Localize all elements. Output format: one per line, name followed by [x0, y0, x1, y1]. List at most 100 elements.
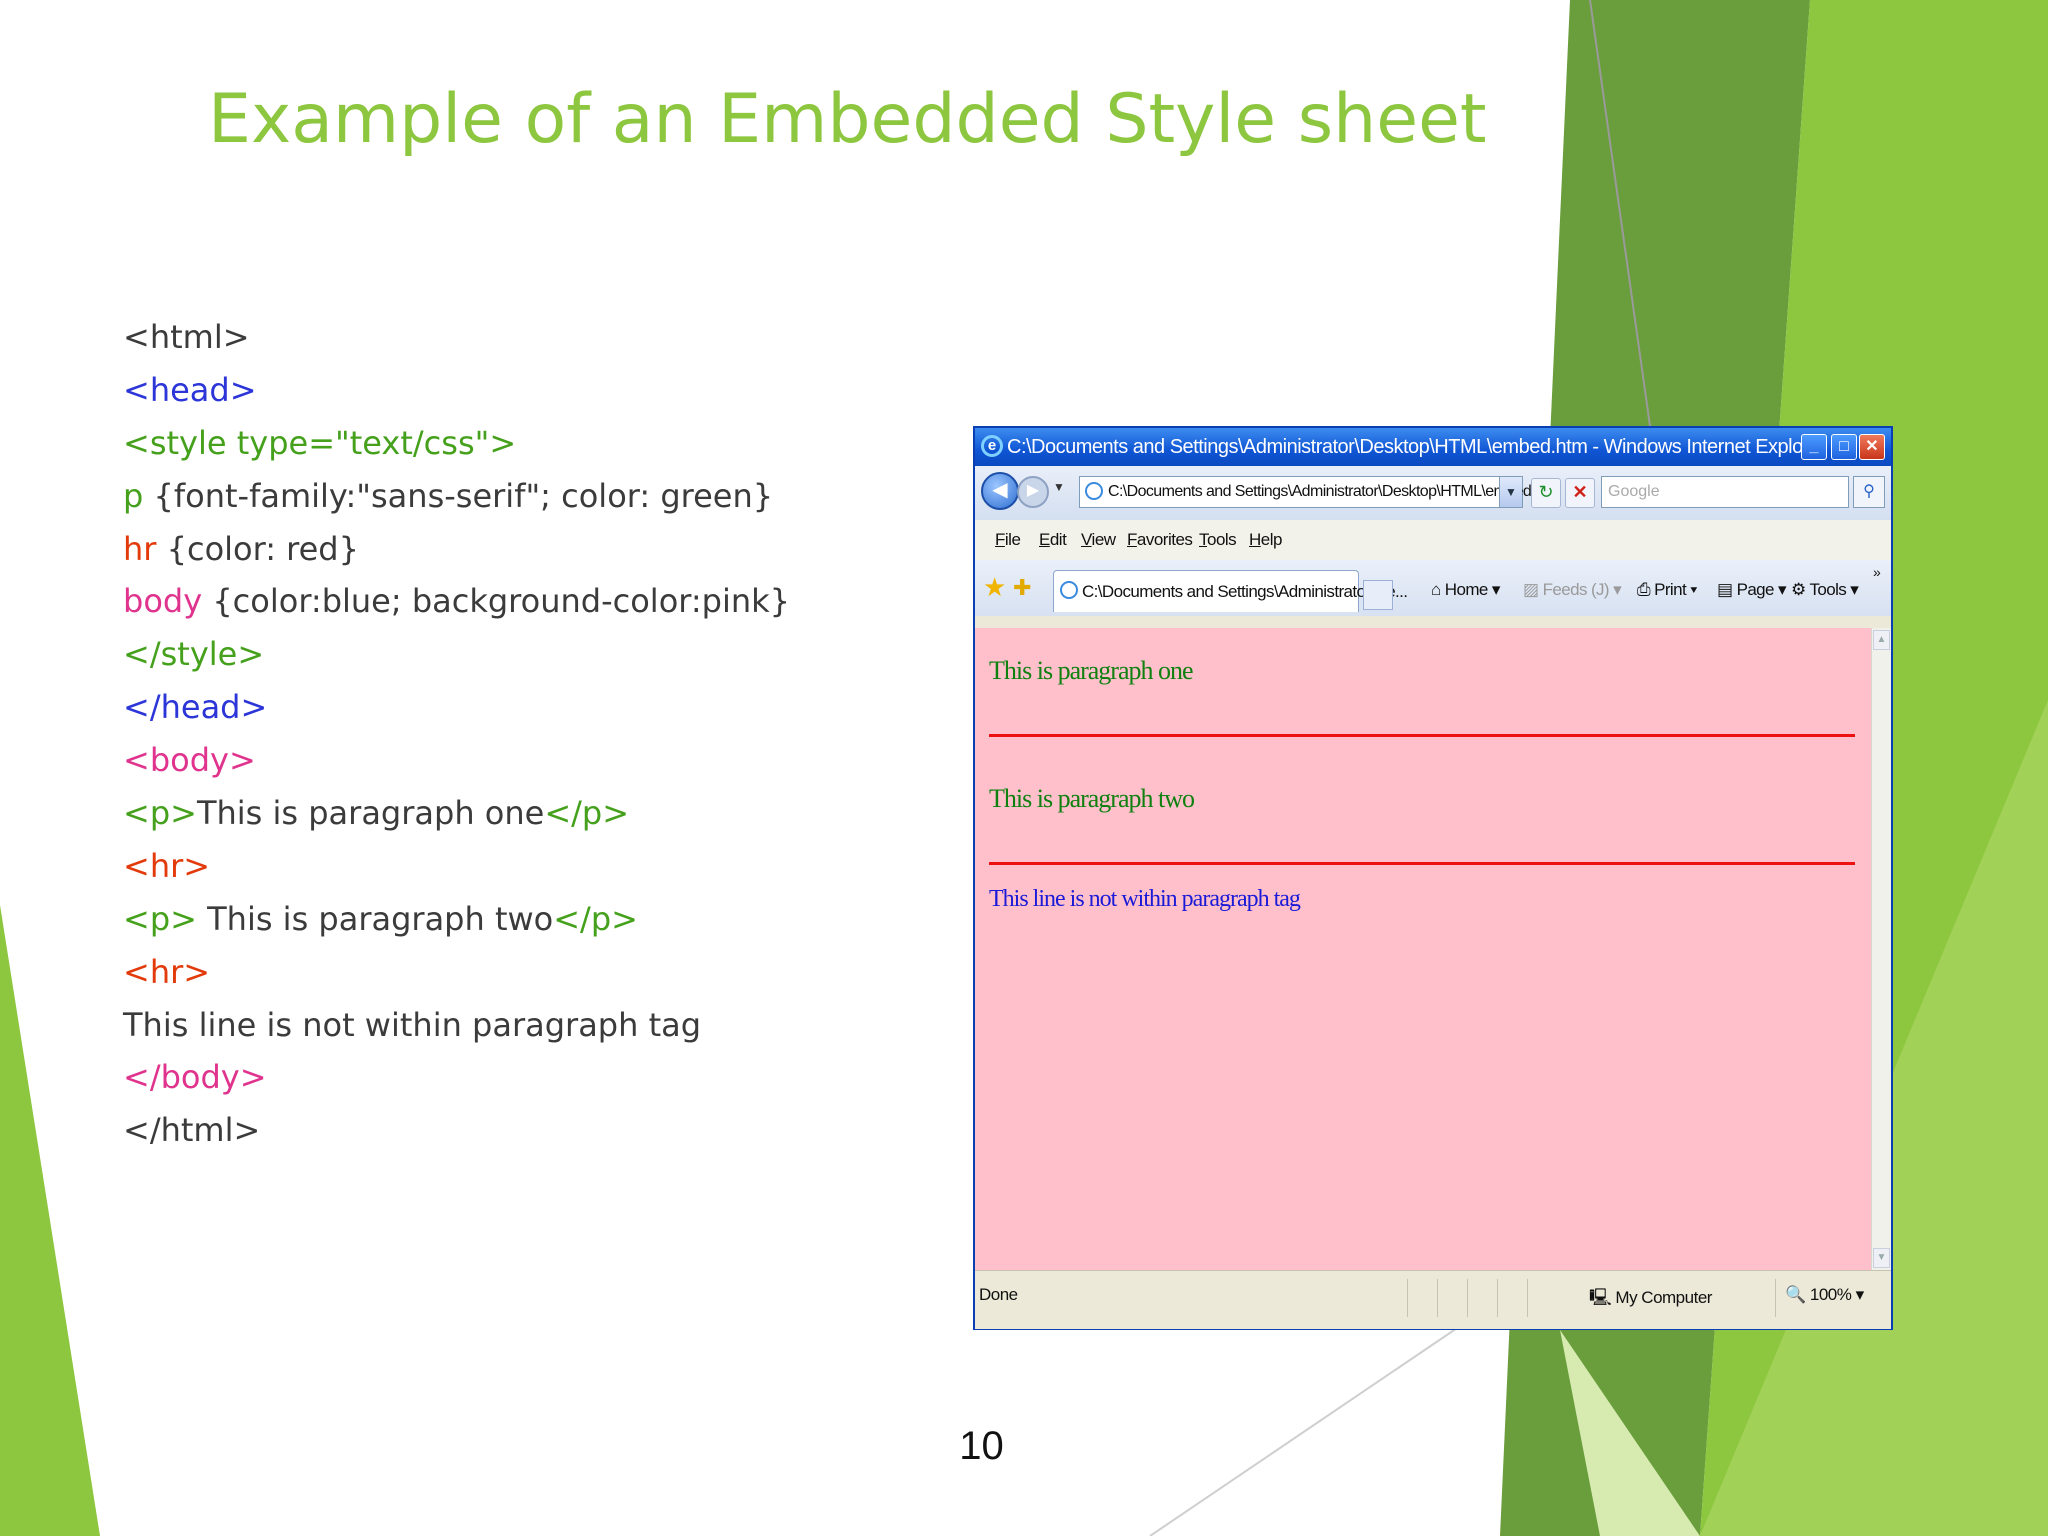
home-button[interactable]: ⌂ Home ▾ [1431, 580, 1500, 600]
code-token: This is paragraph two [196, 899, 554, 938]
code-line: <head> [123, 364, 790, 417]
code-token: <hr> [123, 952, 211, 991]
code-token: </p> [544, 794, 630, 833]
tab-current-page[interactable]: C:\Documents and Settings\Administrator\… [1053, 570, 1408, 612]
stop-button[interactable]: ✕ [1565, 478, 1595, 508]
add-favorite-icon[interactable]: ✚ [1013, 575, 1031, 601]
search-box[interactable]: Google [1601, 476, 1849, 508]
refresh-button[interactable]: ↻ [1531, 478, 1561, 508]
code-line: <hr> [123, 946, 790, 999]
status-divider [1497, 1279, 1498, 1317]
address-text: C:\Documents and Settings\Administrator\… [1108, 483, 1560, 500]
code-token: p [123, 476, 144, 515]
paragraph-two: This is paragraph two [989, 784, 1195, 813]
code-token: <body> [123, 741, 256, 780]
code-token: </html> [123, 1111, 261, 1150]
page-menu-button[interactable]: ▤ Page ▾ [1717, 580, 1787, 600]
tools-label: Tools [1809, 580, 1847, 599]
search-placeholder: Google [1608, 483, 1660, 500]
code-line: <p> This is paragraph two</p> [123, 893, 790, 946]
slide-title: Example of an Embedded Style sheet [208, 80, 1487, 159]
code-line: <p>This is paragraph one</p> [123, 787, 790, 840]
code-line: <style type="text/css"> [123, 417, 790, 470]
forward-button[interactable]: ▶ [1017, 476, 1049, 508]
code-token: </body> [123, 1058, 267, 1097]
code-line: This line is not within paragraph tag [123, 999, 790, 1052]
status-divider [1527, 1279, 1528, 1317]
code-token: {color:blue; background-color:pink} [202, 582, 791, 621]
code-listing: <html> <head> <style type="text/css"> p {fo… [123, 311, 790, 1157]
code-token: This is paragraph one [196, 794, 545, 833]
status-bar: Done 🖳 My Computer 🔍 100% ▾ [975, 1270, 1891, 1329]
code-token: <style type="text/css"> [123, 423, 517, 462]
page-number: 10 [959, 1424, 1004, 1468]
page-label: Page [1736, 580, 1775, 599]
browser-window: e C:\Documents and Settings\Administrato… [973, 426, 1893, 1330]
horizontal-rule-1 [989, 734, 1855, 737]
security-zone: 🖳 My Computer [1589, 1288, 1712, 1307]
history-dropdown-icon[interactable]: ▼ [1053, 480, 1065, 494]
close-button[interactable]: ✕ [1859, 434, 1885, 460]
ie-logo-icon: e [981, 435, 1003, 457]
browser-chrome: ◀ ▶ ▼ C:\Documents and Settings\Administ… [975, 466, 1891, 628]
code-line: <body> [123, 734, 790, 787]
search-icon[interactable]: ⚲ [1853, 476, 1885, 508]
tab-page-icon [1060, 581, 1078, 599]
new-tab-button[interactable] [1363, 580, 1393, 610]
status-text: Done [979, 1285, 1018, 1304]
code-token: </style> [123, 635, 265, 674]
home-label: Home [1444, 580, 1489, 599]
zone-label: My Computer [1615, 1288, 1712, 1307]
tab-title: C:\Documents and Settings\Administrator\… [1082, 582, 1408, 601]
code-line: <html> [123, 311, 790, 364]
more-chevron-icon[interactable]: » [1873, 564, 1881, 580]
tools-menu-button[interactable]: ⚙ Tools ▾ [1791, 580, 1859, 600]
menu-favorites[interactable]: Favorites [1127, 530, 1193, 550]
code-token: {color: red} [156, 529, 359, 568]
code-token: {font-family:"sans-serif"; color: green} [143, 476, 774, 515]
title-bar[interactable]: e C:\Documents and Settings\Administrato… [975, 428, 1891, 466]
code-line: </body> [123, 1051, 790, 1104]
code-line: </style> [123, 628, 790, 681]
address-bar[interactable]: C:\Documents and Settings\Administrator\… [1079, 476, 1560, 508]
code-token: </head> [123, 688, 268, 727]
menu-help[interactable]: Help [1249, 530, 1282, 550]
page-icon [1085, 482, 1103, 500]
code-token: This line is not within paragraph tag [123, 1005, 702, 1044]
code-line: <hr> [123, 840, 790, 893]
print-button[interactable]: ⎙ Print ▾ [1637, 580, 1697, 600]
menu-tools[interactable]: Tools [1199, 530, 1237, 550]
code-line: body {color:blue; background-color:pink} [123, 575, 790, 628]
minimize-button[interactable]: _ [1801, 434, 1827, 460]
code-token: </p> [553, 899, 638, 938]
menu-bar: File Edit View Favorites Tools Help [975, 520, 1891, 561]
scroll-down-icon[interactable]: ▼ [1873, 1248, 1890, 1268]
maximize-button[interactable]: □ [1831, 434, 1857, 460]
zoom-control[interactable]: 🔍 100% ▾ [1785, 1285, 1864, 1305]
code-token: <head> [123, 370, 257, 409]
body-text-line: This line is not within paragraph tag [989, 886, 1301, 912]
menu-view[interactable]: View [1081, 530, 1116, 550]
code-line: </html> [123, 1104, 790, 1157]
menu-edit[interactable]: Edit [1039, 530, 1067, 550]
code-line: </head> [123, 681, 790, 734]
tab-bar: ★ ✚ C:\Documents and Settings\Administra… [975, 560, 1891, 616]
back-button[interactable]: ◀ [981, 472, 1019, 510]
code-token: hr [123, 529, 157, 568]
menu-file[interactable]: File [995, 530, 1021, 550]
code-token: body [123, 582, 203, 621]
status-divider [1437, 1279, 1438, 1317]
feeds-label: Feeds (J) [1542, 580, 1610, 599]
code-line: p {font-family:"sans-serif"; color: gree… [123, 470, 790, 523]
code-token: <p> [123, 899, 197, 938]
scroll-up-icon[interactable]: ▲ [1873, 630, 1890, 650]
favorites-star-icon[interactable]: ★ [983, 572, 1006, 603]
vertical-scrollbar[interactable]: ▲ ▼ [1871, 628, 1891, 1270]
page-content: This is paragraph one This is paragraph … [975, 628, 1871, 1270]
navigation-bar: ◀ ▶ ▼ C:\Documents and Settings\Administ… [975, 466, 1891, 520]
window-title: C:\Documents and Settings\Administrator\… [1007, 436, 1826, 458]
paragraph-one: This is paragraph one [989, 656, 1194, 685]
feeds-button[interactable]: ▨ Feeds (J) ▾ [1523, 580, 1622, 600]
address-dropdown-icon[interactable]: ▼ [1499, 477, 1522, 507]
status-divider [1775, 1279, 1776, 1317]
